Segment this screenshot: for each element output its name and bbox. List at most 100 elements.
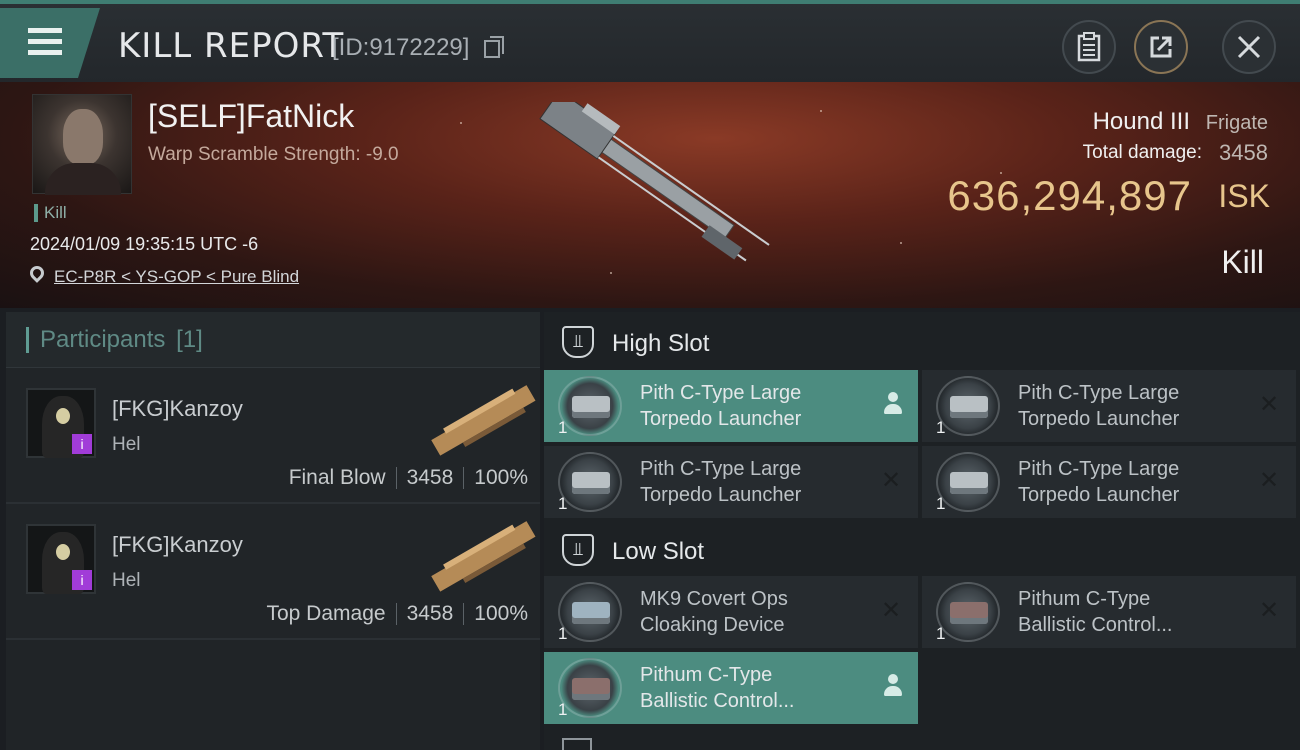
module-graphic xyxy=(950,396,988,418)
destroyed-x-icon: ✕ xyxy=(1258,391,1280,418)
destroyed-x-icon: ✕ xyxy=(880,597,902,624)
module-name-line2: Cloaking Device xyxy=(640,614,785,636)
participants-count: [1] xyxy=(176,326,203,353)
module-name-line2: Torpedo Launcher xyxy=(1018,408,1180,430)
module-name: MK9 Covert Ops Cloaking Device xyxy=(640,586,870,638)
high-slot-header: ⫫ High Slot xyxy=(544,316,1300,372)
module-name-line1: Pith C-Type Large xyxy=(640,382,802,404)
module-item[interactable]: 1 Pithum C-Type Ballistic Control... ✕ xyxy=(922,576,1296,648)
location-link[interactable]: EC-P8R < YS-GOP < Pure Blind xyxy=(54,267,299,287)
module-quantity: 1 xyxy=(558,700,568,719)
module-name: Pith C-Type Large Torpedo Launcher xyxy=(1018,380,1248,432)
kill-datetime: 2024/01/09 19:35:15 UTC -6 xyxy=(30,234,259,254)
fitting-panel: ⫫ High Slot 1 Pith C-Type Large Torpedo … xyxy=(544,312,1300,750)
module-name-line2: Torpedo Launcher xyxy=(640,484,802,506)
torpedo-launcher-icon xyxy=(936,452,1000,512)
module-quantity: 1 xyxy=(936,418,946,437)
module-name: Pithum C-Type Ballistic Control... xyxy=(640,662,870,714)
stat-divider xyxy=(463,467,465,489)
participant-label: Final Blow xyxy=(288,466,386,489)
module-name-line2: Torpedo Launcher xyxy=(640,408,802,430)
module-item[interactable]: 1 Pith C-Type Large Torpedo Launcher ✕ xyxy=(544,446,918,518)
dropped-person-icon xyxy=(882,674,904,698)
participant-name[interactable]: [FKG]Kanzoy xyxy=(112,396,243,422)
participants-panel: Participants [1] i [FKG]Kanzoy Hel Final… xyxy=(6,312,540,750)
clipboard-icon xyxy=(1077,32,1101,62)
low-slot-title: Low Slot xyxy=(612,538,705,565)
torpedo-launcher-icon xyxy=(936,376,1000,436)
victim-ship-image[interactable] xyxy=(515,102,785,292)
warp-scramble-strength: Warp Scramble Strength: -9.0 xyxy=(148,144,399,165)
module-name-line1: Pithum C-Type xyxy=(640,664,773,686)
portrait-face xyxy=(63,109,103,165)
participant-name[interactable]: [FKG]Kanzoy xyxy=(112,532,243,558)
participant-ship: Hel xyxy=(112,570,141,591)
person-head xyxy=(888,392,898,402)
module-quantity: 1 xyxy=(558,418,568,437)
module-name-line1: Pith C-Type Large xyxy=(640,458,802,480)
total-damage-value: 3458 xyxy=(1219,140,1268,165)
menu-button[interactable] xyxy=(0,8,100,78)
module-item[interactable]: 1 Pithum C-Type Ballistic Control... xyxy=(544,652,918,724)
module-quantity: 1 xyxy=(558,624,568,643)
copy-icon[interactable] xyxy=(484,36,504,58)
participant-damage: 3458 xyxy=(406,466,454,489)
participant-avatar[interactable]: i xyxy=(26,524,96,594)
victim-portrait[interactable] xyxy=(32,94,132,195)
high-slot-icon: ⫫ xyxy=(562,326,594,358)
portrait-body xyxy=(45,163,121,195)
participant-ship: Hel xyxy=(112,434,141,455)
participant-avatar[interactable]: i xyxy=(26,388,96,458)
module-name-line1: Pithum C-Type xyxy=(1018,588,1151,610)
person-body xyxy=(884,404,902,414)
participant-row[interactable]: i [FKG]Kanzoy Hel Final Blow 3458 100% xyxy=(6,368,540,504)
participant-row[interactable]: i [FKG]Kanzoy Hel Top Damage 3458 100% xyxy=(6,504,540,640)
participants-header: Participants [1] xyxy=(6,312,540,368)
ballistic-control-icon xyxy=(936,582,1000,642)
total-damage-label: Total damage: xyxy=(1082,142,1202,163)
close-button[interactable] xyxy=(1222,20,1276,74)
destroyed-x-icon: ✕ xyxy=(1258,467,1280,494)
victim-ship-name[interactable]: Hound III xyxy=(1093,108,1190,136)
module-graphic xyxy=(950,472,988,494)
star xyxy=(460,122,462,124)
module-graphic xyxy=(572,396,610,418)
module-name-line2: Torpedo Launcher xyxy=(1018,484,1180,506)
module-graphic xyxy=(572,678,610,700)
dropped-person-icon xyxy=(882,392,904,416)
participant-ship-image[interactable] xyxy=(424,514,540,598)
module-quantity: 1 xyxy=(936,624,946,643)
share-button[interactable] xyxy=(1134,20,1188,74)
module-item[interactable]: 1 Pith C-Type Large Torpedo Launcher ✕ xyxy=(922,370,1296,442)
module-item[interactable]: 1 MK9 Covert Ops Cloaking Device ✕ xyxy=(544,576,918,648)
module-item[interactable]: 1 Pith C-Type Large Torpedo Launcher xyxy=(544,370,918,442)
low-slot-icon: ⫫ xyxy=(562,534,594,566)
module-name: Pithum C-Type Ballistic Control... xyxy=(1018,586,1248,638)
participant-damage: 3458 xyxy=(406,602,454,625)
module-name-line1: Pith C-Type Large xyxy=(1018,458,1180,480)
ballistic-control-icon xyxy=(558,658,622,718)
close-icon xyxy=(1237,35,1261,59)
location-pin-icon xyxy=(27,263,47,283)
module-graphic xyxy=(572,602,610,624)
cloaking-device-icon xyxy=(558,582,622,642)
clipboard-button[interactable] xyxy=(1062,20,1116,74)
module-name-line1: MK9 Covert Ops xyxy=(640,588,788,610)
participant-stats: Top Damage 3458 100% xyxy=(266,602,528,626)
module-name-line2: Ballistic Control... xyxy=(1018,614,1173,636)
participant-ship-image[interactable] xyxy=(424,378,540,462)
isk-unit: ISK xyxy=(1218,178,1270,214)
victim-banner: [SELF]FatNick Warp Scramble Strength: -9… xyxy=(0,82,1300,308)
module-name-line1: Pith C-Type Large xyxy=(1018,382,1180,404)
menu-icon xyxy=(28,28,62,33)
result-label: Kill xyxy=(1221,244,1264,280)
avatar-mask xyxy=(56,544,70,560)
avatar-mask xyxy=(56,408,70,424)
star xyxy=(900,242,902,244)
info-badge-icon: i xyxy=(72,570,92,590)
participant-percent: 100% xyxy=(474,466,528,489)
mid-slot-icon xyxy=(562,738,592,750)
victim-name[interactable]: [SELF]FatNick xyxy=(148,98,354,135)
module-name: Pith C-Type Large Torpedo Launcher xyxy=(640,380,870,432)
module-item[interactable]: 1 Pith C-Type Large Torpedo Launcher ✕ xyxy=(922,446,1296,518)
